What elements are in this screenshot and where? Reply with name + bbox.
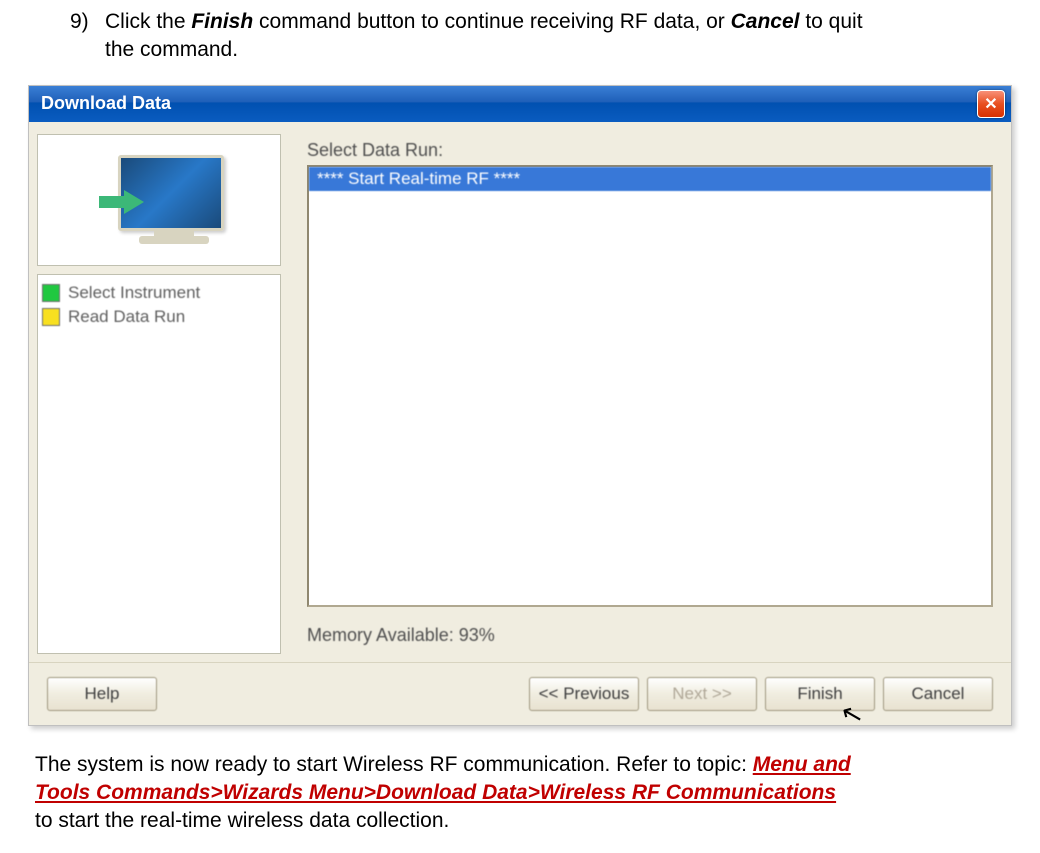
step-read-data-run: Read Data Run [42,305,276,329]
instruction-text-1: Click the [105,10,191,33]
footer-prefix: The system is now ready to start Wireles… [35,753,753,776]
footer-paragraph: The system is now ready to start Wireles… [35,751,1005,836]
instruction-text-2: command button to continue receiving RF … [253,10,730,33]
step-label: Read Data Run [68,307,185,327]
button-bar: Help << Previous Next >> Finish Cancel ↖ [29,662,1011,725]
instruction-line2: the command. [70,36,970,64]
step-label: Select Instrument [68,283,200,303]
cancel-button[interactable]: Cancel [883,677,993,711]
next-button: Next >> [647,677,757,711]
titlebar: Download Data ✕ [29,86,1011,122]
step-bullet-current-icon [42,308,60,326]
instruction-step: 9)Click the Finish command button to con… [70,8,970,65]
memory-available-label: Memory Available: 93% [307,625,993,646]
right-panel: Select Data Run: **** Start Real-time RF… [289,122,1011,662]
close-button[interactable]: ✕ [977,90,1005,118]
finish-ref: Finish [191,10,253,33]
monitor-icon [94,150,224,250]
data-run-listbox[interactable]: **** Start Real-time RF **** [307,165,993,607]
step-bullet-done-icon [42,284,60,302]
wizard-steps: Select Instrument Read Data Run [37,274,281,654]
step-select-instrument: Select Instrument [42,281,276,305]
dialog-title: Download Data [41,93,171,114]
cancel-ref: Cancel [731,10,800,33]
instruction-text-3: to quit [800,10,863,33]
left-panel: Select Instrument Read Data Run [29,122,289,662]
close-icon: ✕ [984,94,997,114]
download-arrow-icon [94,190,144,215]
download-data-dialog: Download Data ✕ [28,85,1012,726]
help-button[interactable]: Help [47,677,157,711]
topic-link-line1[interactable]: Menu and [753,753,851,776]
select-data-run-label: Select Data Run: [307,140,993,161]
footer-suffix: to start the real-time wireless data col… [35,809,449,832]
previous-button[interactable]: << Previous [529,677,639,711]
wizard-icon-box [37,134,281,266]
topic-link-line2[interactable]: Tools Commands>Wizards Menu>Download Dat… [35,781,836,804]
step-number: 9) [70,8,105,36]
list-item-selected[interactable]: **** Start Real-time RF **** [309,167,991,191]
